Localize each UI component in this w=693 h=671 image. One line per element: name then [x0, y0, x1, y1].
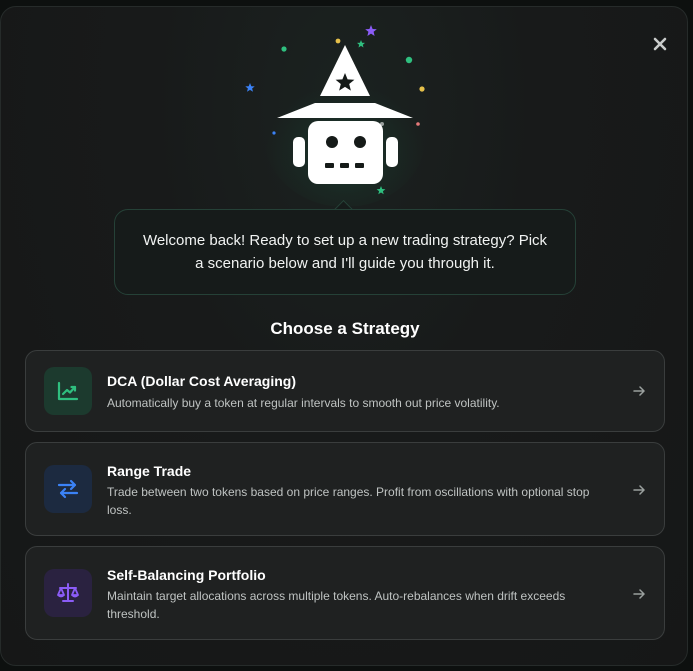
portfolio-icon-tile [44, 569, 92, 617]
strategy-description: Maintain target allocations across multi… [107, 589, 566, 621]
close-icon [653, 37, 667, 51]
arrow-right-icon [633, 589, 645, 599]
scale-icon [57, 583, 79, 602]
dca-icon-tile [44, 367, 92, 415]
strategy-title: Range Trade [107, 463, 192, 479]
strategy-title: DCA (Dollar Cost Averaging) [107, 373, 297, 389]
welcome-speech-bubble: Welcome back! Ready to set up a new trad… [114, 209, 576, 295]
wizard-robot-icon [245, 25, 425, 206]
strategy-card-self-balancing-portfolio[interactable]: Self-Balancing Portfolio Maintain target… [25, 546, 665, 640]
strategy-card-range-trade[interactable]: Range Trade Trade between two tokens bas… [25, 442, 665, 536]
strategy-description: Automatically buy a token at regular int… [107, 396, 500, 410]
range-trade-icon-tile [44, 465, 92, 513]
strategy-title: Self-Balancing Portfolio [107, 567, 266, 583]
section-title: Choose a Strategy [270, 319, 420, 338]
arrow-right-icon [633, 485, 645, 495]
strategy-card-dca[interactable]: DCA (Dollar Cost Averaging) Automaticall… [25, 350, 665, 432]
close-button[interactable] [649, 33, 671, 55]
swap-arrows-icon [57, 479, 79, 499]
strategy-description: Trade between two tokens based on price … [107, 485, 590, 517]
strategy-modal: Welcome back! Ready to set up a new trad… [0, 6, 688, 666]
chart-up-icon [57, 381, 79, 401]
arrow-right-icon [633, 386, 645, 396]
welcome-message: Welcome back! Ready to set up a new trad… [142, 232, 548, 272]
